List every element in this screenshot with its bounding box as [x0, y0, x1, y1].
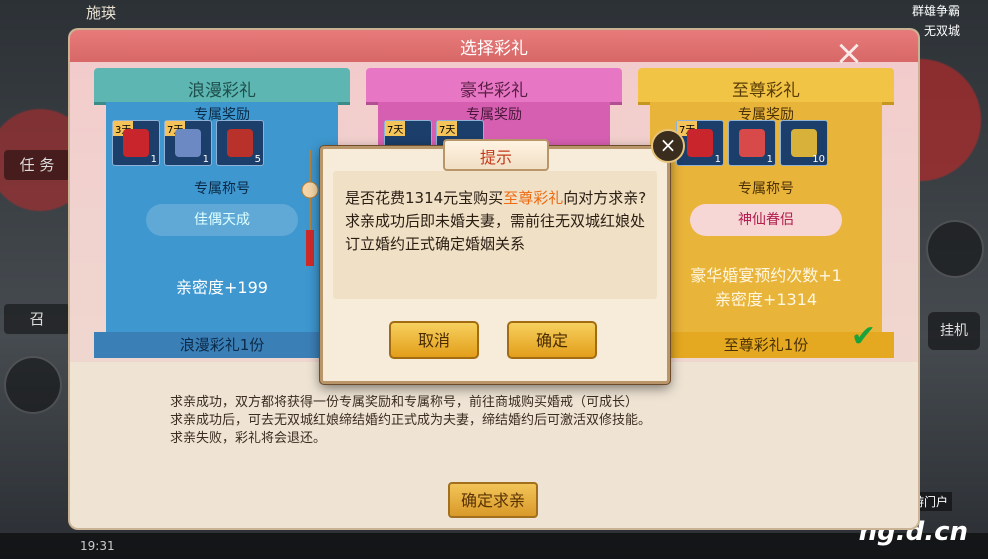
hangup-button[interactable]: 挂机	[928, 312, 980, 350]
rule-line: 求亲成功，双方都将获得一份专属奖励和专属称号，前往商城购买婚戒（可成长）	[170, 395, 639, 410]
reward-item[interactable]: 3天 1	[112, 120, 160, 166]
lantern-icon	[791, 129, 817, 157]
dialog-header: 选择彩礼	[70, 30, 918, 62]
player-name-text: 施瑛	[86, 4, 117, 22]
outfit-icon	[687, 129, 713, 157]
intimacy-bonus: 亲密度+199	[176, 278, 268, 297]
clock-text: 19:31	[80, 539, 115, 553]
gift-name: 豪华彩礼	[460, 81, 528, 101]
message-suffix: 向对方求亲?	[563, 189, 647, 207]
prompt-message: 是否花费1314元宝购买至尊彩礼向对方求亲? 求亲成功后即未婚夫妻，需前往无双城…	[345, 187, 647, 256]
gift-roof: 豪华彩礼	[366, 68, 622, 105]
rule-line: 求亲成功后，可去无双城红娘缔结婚约正式成为夫妻，缔结婚约后可激活双修技能。	[170, 413, 652, 428]
scroll-icon	[175, 129, 201, 157]
item-count: 10	[812, 154, 825, 165]
event-title-text: 群雄争霸	[911, 4, 960, 18]
title-badge: 佳偶天成	[146, 204, 298, 236]
selected-check-icon: ✔	[850, 319, 876, 354]
item-count: 1	[766, 154, 773, 165]
message-prefix: 是否花费1314元宝购买	[345, 189, 504, 207]
prompt-message-box: 是否花费1314元宝购买至尊彩礼向对方求亲? 求亲成功后即未婚夫妻，需前往无双城…	[333, 171, 657, 299]
outfit-icon	[123, 129, 149, 157]
gift-name: 至尊彩礼	[732, 81, 800, 101]
item-count: 1	[714, 154, 721, 165]
gift-roof: 浪漫彩礼	[94, 68, 350, 105]
item-count: 1	[202, 154, 209, 165]
reward-item[interactable]: 1	[728, 120, 776, 166]
reward-item[interactable]: 5	[216, 120, 264, 166]
duration-tag: 7天	[437, 121, 458, 136]
item-count: 5	[254, 154, 261, 165]
skill-button[interactable]	[926, 220, 984, 278]
cancel-button[interactable]: 取消	[389, 321, 479, 359]
gift-roof: 至尊彩礼	[638, 68, 894, 105]
gift-footer: 浪漫彩礼1份	[94, 332, 350, 358]
title-badge: 神仙眷侣	[690, 204, 842, 236]
reward-row: 3天 1 7天 1 5	[112, 120, 264, 166]
intimacy-bonus: 亲密度+1314	[714, 290, 818, 309]
prompt-title-frame: 提示	[443, 139, 549, 171]
location-text: 无双城	[923, 24, 960, 38]
message-highlight: 至尊彩礼	[503, 189, 564, 207]
chat-bar[interactable]	[0, 533, 988, 559]
lock-button[interactable]	[4, 356, 62, 414]
dialog-title: 选择彩礼	[460, 39, 528, 59]
duration-tag: 7天	[385, 121, 406, 136]
scroll-icon	[739, 129, 765, 157]
reward-row: 7天 1 1 10	[676, 120, 828, 166]
gift-name: 浪漫彩礼	[188, 81, 256, 101]
task-button[interactable]: 任 务	[4, 150, 70, 180]
gift-column-supreme[interactable]: 至尊彩礼 专属奖励 7天 1 1 10 专属称号 神仙眷侣	[638, 68, 894, 358]
banquet-bonus: 豪华婚宴预约次数+1	[690, 266, 842, 285]
message-line2: 求亲成功后即未婚夫妻，需前往无双城红娘处订立婚约正式确定婚姻关系	[345, 212, 646, 253]
confirm-proposal-button[interactable]: 确定求亲	[448, 482, 538, 518]
close-icon[interactable]: ×	[832, 36, 866, 72]
gift-body: 专属奖励 7天 1 1 10 专属称号 神仙眷侣 豪华婚宴预约次数+1	[650, 102, 882, 334]
item-count: 1	[150, 154, 157, 165]
reward-item[interactable]: 7天 1	[164, 120, 212, 166]
close-icon[interactable]: ×	[651, 129, 685, 163]
summon-button[interactable]: 召	[4, 304, 70, 334]
firecracker-icon	[227, 129, 253, 157]
prompt-title: 提示	[479, 148, 512, 167]
ok-button[interactable]: 确定	[507, 321, 597, 359]
rule-line: 求亲失败，彩礼将会退还。	[170, 431, 327, 446]
rules-text: 求亲成功，双方都将获得一份专属奖励和专属称号，前往商城购买婚戒（可成长） 求亲成…	[170, 394, 651, 448]
tassel-ornament-icon	[301, 150, 319, 266]
reward-item[interactable]: 10	[780, 120, 828, 166]
prompt-dialog: 提示 × 是否花费1314元宝购买至尊彩礼向对方求亲? 求亲成功后即未婚夫妻，需…	[320, 129, 685, 384]
title-label: 专属称号	[738, 181, 794, 197]
